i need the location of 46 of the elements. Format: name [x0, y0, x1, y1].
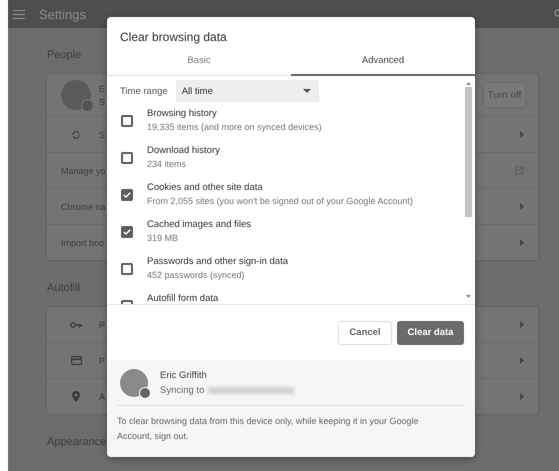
item-detail: 19,335 items (and more on synced devices)	[147, 122, 322, 132]
location-pin-icon	[72, 391, 80, 402]
dialog-title: Clear browsing data	[119, 29, 228, 46]
cancel-button[interactable]: Cancel	[338, 320, 392, 344]
item-title: Autofill form data	[147, 293, 218, 304]
checkbox[interactable]	[121, 152, 133, 164]
time-range-label: Time range	[120, 86, 168, 96]
account-name: Eric Griffith	[160, 370, 208, 381]
item-detail: From 2,055 sites (you won't be signed out of your Google Account)	[147, 196, 413, 206]
settings-row-label: Manage yo	[61, 166, 106, 176]
avatar-silhouette	[120, 369, 148, 397]
chevron-right-icon[interactable]	[520, 131, 524, 138]
chevron-right-icon[interactable]	[520, 203, 524, 210]
sync-icon	[71, 130, 81, 140]
dialog-tab[interactable]: Basic	[107, 55, 291, 76]
time-range-dropdown[interactable]: All time	[176, 80, 319, 102]
checkbox[interactable]	[121, 115, 133, 127]
settings-row-label: Import boo	[61, 238, 104, 248]
app-title: Settings	[39, 6, 86, 22]
avatar-silhouette	[61, 80, 91, 110]
chevron-right-icon[interactable]	[520, 357, 524, 364]
item-title: Passwords and other sign-in data	[147, 256, 288, 267]
key-icon	[70, 322, 82, 328]
item-detail: 234 items	[147, 159, 188, 169]
settings-row-label: Chrome na	[61, 202, 106, 212]
item-title: Download history	[147, 145, 220, 156]
dialog-tab[interactable]: Advanced	[291, 55, 475, 76]
settings-row-label: A	[99, 392, 106, 402]
checkbox[interactable]	[121, 263, 133, 275]
item-title: Browsing history	[147, 108, 218, 119]
item-detail: 319 MB	[147, 233, 180, 243]
checkbox[interactable]	[121, 189, 133, 201]
checkbox[interactable]	[121, 226, 133, 238]
dropdown-caret-icon	[302, 89, 311, 93]
chevron-right-icon[interactable]	[520, 239, 524, 246]
item-title: Cookies and other site data	[147, 182, 264, 193]
external-link-icon[interactable]	[515, 166, 524, 175]
item-title: Cached images and files	[147, 219, 252, 230]
sign-out-note: To clear browsing data from this device only, while keeping it in your Google Account, sign out.	[117, 415, 420, 443]
item-detail: 452 passwords (synced)	[147, 270, 246, 280]
clear-data-button[interactable]: Clear data	[397, 320, 464, 344]
chevron-right-icon[interactable]	[520, 393, 524, 400]
chevron-right-icon[interactable]	[520, 321, 524, 328]
credit-card-icon	[70, 356, 82, 365]
sync-status-label: Syncing to	[160, 385, 204, 396]
menu-icon[interactable]	[13, 10, 25, 18]
